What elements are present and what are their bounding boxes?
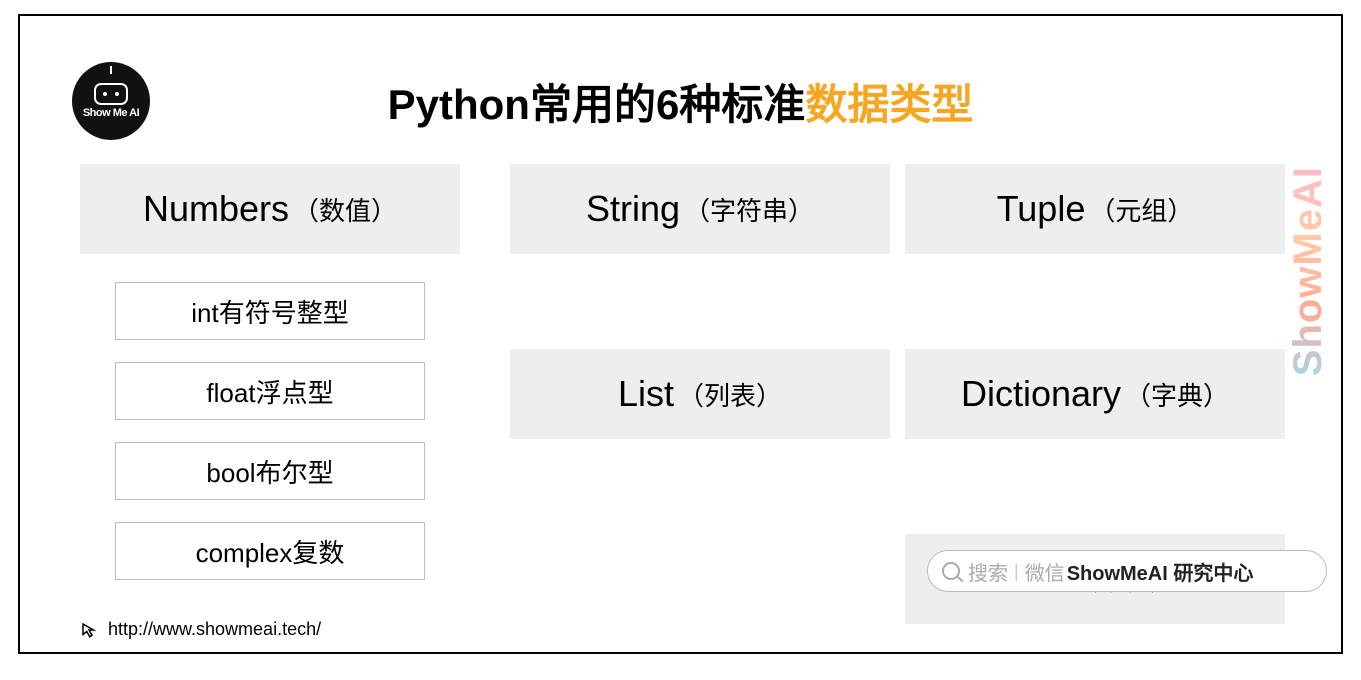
- search-platform: 微信: [1025, 557, 1065, 586]
- separator: |: [1014, 561, 1019, 582]
- type-label-en: List: [618, 373, 674, 415]
- slide-title: Python常用的6种标准数据类型: [20, 71, 1341, 132]
- type-label-en: String: [586, 188, 680, 230]
- subtype-bool: bool布尔型: [115, 442, 425, 500]
- footer: http://www.showmeai.tech/: [80, 619, 321, 640]
- footer-url: http://www.showmeai.tech/: [108, 619, 321, 640]
- type-label-zh: （字典）: [1125, 376, 1229, 413]
- type-dictionary: Dictionary （字典）: [905, 349, 1285, 439]
- subtype-int: int有符号整型: [115, 282, 425, 340]
- type-list: List （列表）: [510, 349, 890, 439]
- title-prefix: Python常用的6种标准: [388, 81, 806, 128]
- type-numbers: Numbers （数值）: [80, 164, 460, 254]
- type-label-zh: （列表）: [678, 376, 782, 413]
- watermark: ShowMeAI: [1286, 166, 1331, 376]
- type-label-en: Dictionary: [961, 373, 1121, 415]
- type-label-en: Tuple: [997, 188, 1086, 230]
- search-brand: ShowMeAI 研究中心: [1067, 557, 1254, 586]
- type-tuple: Tuple （元组）: [905, 164, 1285, 254]
- title-accent: 数据类型: [805, 81, 973, 128]
- type-label-zh: （字符串）: [684, 191, 814, 228]
- slide-frame: Show Me AI Python常用的6种标准数据类型 Numbers （数值…: [18, 14, 1343, 654]
- subtype-complex: complex复数: [115, 522, 425, 580]
- column-numbers: Numbers （数值） int有符号整型 float浮点型 bool布尔型 c…: [80, 164, 460, 602]
- type-string: String （字符串）: [510, 164, 890, 254]
- cursor-icon: [80, 621, 98, 639]
- search-banner: 搜索 | 微信 ShowMeAI 研究中心: [927, 550, 1327, 592]
- search-label: 搜索: [968, 557, 1008, 586]
- search-icon: [942, 562, 960, 580]
- type-label-en: Numbers: [143, 188, 289, 230]
- column-middle: String （字符串） List （列表）: [510, 164, 890, 534]
- subtype-float: float浮点型: [115, 362, 425, 420]
- type-label-zh: （元组）: [1089, 191, 1193, 228]
- type-label-zh: （数值）: [293, 191, 397, 228]
